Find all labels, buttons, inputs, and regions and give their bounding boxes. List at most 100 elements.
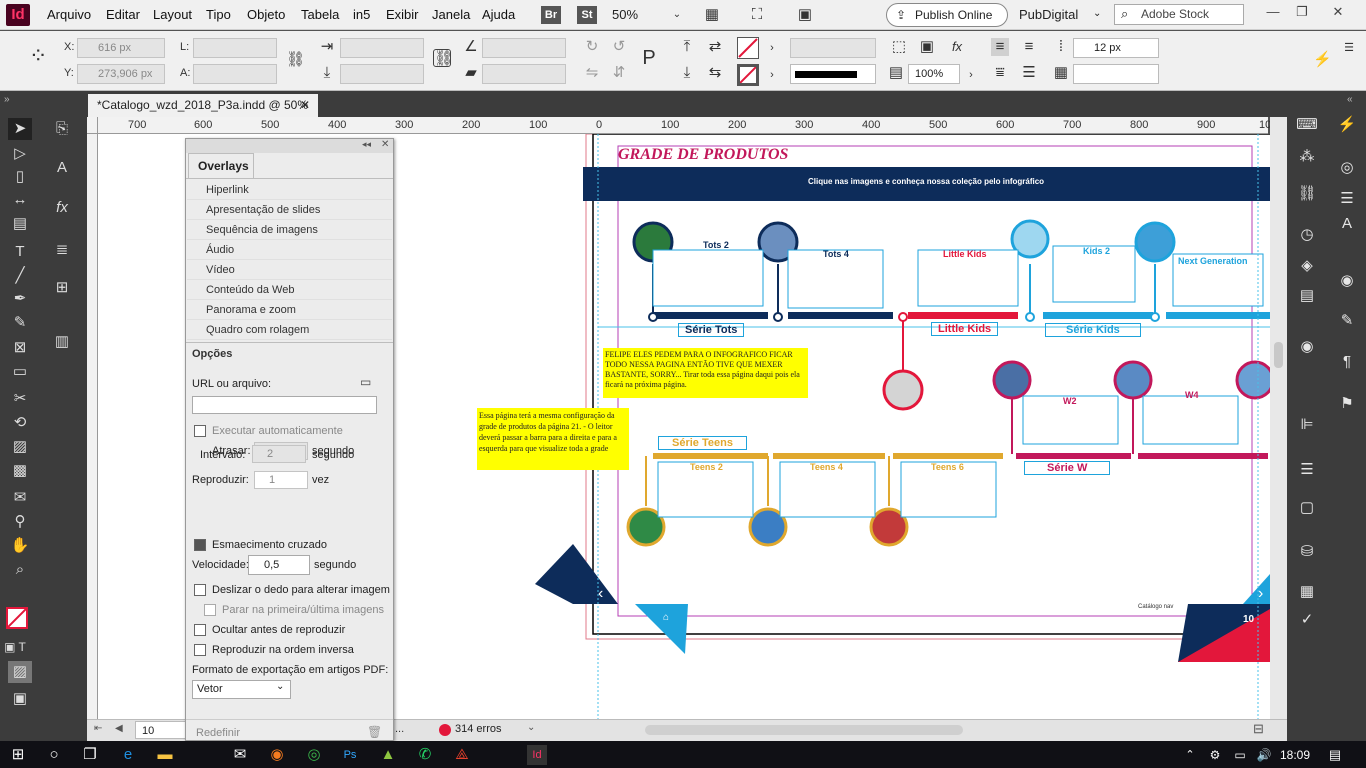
pages-icon[interactable]: ▤ bbox=[1295, 285, 1319, 307]
menu-tabela[interactable]: Tabela bbox=[301, 7, 339, 22]
menu-editar[interactable]: Editar bbox=[106, 7, 140, 22]
tray-chevron-icon[interactable]: ⌃ bbox=[1180, 745, 1200, 765]
auto-play-checkbox[interactable] bbox=[194, 425, 206, 437]
pencil-tool-icon[interactable]: ✎ bbox=[8, 312, 32, 334]
stop-first-last-checkbox[interactable] bbox=[204, 604, 216, 616]
prev-arrow-icon[interactable]: ‹ bbox=[598, 585, 603, 603]
edge-icon[interactable]: e bbox=[118, 745, 138, 765]
menu-in5[interactable]: in5 bbox=[353, 7, 370, 22]
workspace-chevron-icon[interactable]: ⌄ bbox=[1093, 8, 1101, 19]
search-input[interactable]: Adobe Stock bbox=[1114, 4, 1244, 25]
align-left-icon[interactable]: ≡ bbox=[991, 38, 1009, 56]
crossfade-checkbox[interactable] bbox=[194, 539, 206, 551]
maps-icon[interactable]: ▲ bbox=[378, 745, 398, 765]
sticky-note-1[interactable]: FELIPE ELES PEDEM PARA O INFOGRAFICO FIC… bbox=[603, 348, 808, 398]
in5-panel-icon[interactable]: ⌨ bbox=[1295, 114, 1319, 136]
table-styles-icon[interactable]: ▦ bbox=[1295, 581, 1319, 603]
menu-tipo[interactable]: Tipo bbox=[206, 7, 231, 22]
whatsapp-icon[interactable]: ✆ bbox=[415, 745, 435, 765]
align-right-icon[interactable]: ⩸ bbox=[991, 64, 1009, 82]
selection-tool-icon[interactable]: ➤ bbox=[8, 118, 32, 140]
chevron-down-icon[interactable]: ⌄ bbox=[668, 6, 686, 24]
sticky-note-2[interactable]: Essa página terá a mesma configuração da… bbox=[477, 408, 629, 470]
url-input[interactable] bbox=[192, 396, 377, 414]
collapse-panel-icon[interactable]: ◂◂ bbox=[362, 139, 371, 150]
table-panel-icon[interactable]: ⊞ bbox=[50, 277, 74, 299]
overlays-tab[interactable]: Overlays bbox=[188, 153, 254, 178]
direct-selection-tool-icon[interactable]: ▷ bbox=[8, 143, 32, 165]
scale-x-field[interactable] bbox=[340, 38, 424, 58]
justify-icon[interactable]: ☰ bbox=[1020, 64, 1038, 82]
select-next-icon[interactable]: ⇆ bbox=[706, 64, 724, 82]
overlay-type-item[interactable]: Áudio bbox=[187, 240, 392, 260]
overlay-type-item[interactable]: Panorama e zoom bbox=[187, 300, 392, 320]
page-tool-icon[interactable]: ▯ bbox=[8, 166, 32, 188]
quick-apply-panel-icon[interactable]: ⚡ bbox=[1335, 114, 1359, 136]
prev-page-icon[interactable]: ◀ bbox=[115, 723, 123, 734]
publish-online-button[interactable]: ⇪ Publish Online bbox=[886, 3, 1008, 27]
firefox-icon[interactable]: ◉ bbox=[267, 745, 287, 765]
indesign-taskbar-icon[interactable]: Id bbox=[527, 745, 547, 765]
stroke-swatch[interactable] bbox=[737, 64, 759, 86]
height-field[interactable] bbox=[193, 64, 277, 84]
hyperlinks-icon[interactable]: ⛓ bbox=[1295, 183, 1319, 205]
object-styles-icon[interactable]: ▢ bbox=[1295, 497, 1319, 519]
interval-field[interactable]: 2 bbox=[252, 445, 306, 463]
view-mode-icon[interactable]: ⊟ bbox=[1253, 721, 1264, 737]
reset-button[interactable]: Redefinir bbox=[196, 727, 240, 739]
corner-options-icon[interactable]: ⬚ bbox=[890, 38, 908, 56]
eyedropper-tool-icon[interactable]: ⚲ bbox=[8, 511, 32, 533]
constrain-proportions-icon[interactable]: ⛓ bbox=[286, 51, 305, 69]
x-position-field[interactable]: 616 px bbox=[77, 38, 165, 58]
clock[interactable]: 18:09 bbox=[1280, 748, 1310, 762]
type-tool-icon[interactable]: T bbox=[8, 241, 32, 263]
paragraph-panel-icon[interactable]: ☰ bbox=[1335, 188, 1359, 210]
stroke-type-select[interactable] bbox=[790, 64, 876, 84]
workspace-switcher[interactable]: PubDigital bbox=[1019, 7, 1078, 22]
ruler-origin[interactable] bbox=[87, 117, 98, 134]
battery-icon[interactable]: ▭ bbox=[1230, 745, 1250, 765]
opacity-chevron-icon[interactable]: › bbox=[962, 66, 980, 84]
cortana-icon[interactable]: ○ bbox=[44, 745, 64, 765]
rectangle-frame-tool-icon[interactable]: ⊠ bbox=[8, 337, 32, 359]
arrange-documents-icon[interactable]: ▣ bbox=[796, 6, 814, 24]
gradient-feather-tool-icon[interactable]: ▩ bbox=[8, 460, 32, 482]
gap-tool-icon[interactable]: ↔ bbox=[8, 189, 32, 211]
mail-icon[interactable]: ✉ bbox=[230, 745, 250, 765]
photoshop-icon[interactable]: Ps bbox=[340, 745, 360, 765]
effects-dock-icon[interactable]: ✎ bbox=[1335, 310, 1359, 332]
gradient-tool-icon[interactable]: ▨ bbox=[8, 436, 32, 458]
timing-icon[interactable]: ◷ bbox=[1295, 224, 1319, 246]
fill-chevron-icon[interactable]: › bbox=[763, 39, 781, 57]
effects-panel-icon[interactable]: fx bbox=[50, 197, 74, 219]
color-icon[interactable]: ◉ bbox=[1295, 336, 1319, 358]
menu-ajuda[interactable]: Ajuda bbox=[482, 7, 515, 22]
character-panel-icon[interactable]: A bbox=[1335, 213, 1359, 235]
preflight-errors[interactable]: 314 erros bbox=[455, 723, 501, 735]
select-previous-icon[interactable]: ⇄ bbox=[706, 38, 724, 56]
windows-start-icon[interactable]: ⊞ bbox=[8, 745, 28, 765]
width-field[interactable] bbox=[193, 38, 277, 58]
task-view-icon[interactable]: ❐ bbox=[80, 745, 100, 765]
text-wrap-panel-icon[interactable]: ☰ bbox=[1295, 459, 1319, 481]
paragraph-styles-icon[interactable]: ≣ bbox=[50, 239, 74, 261]
network-icon[interactable]: ⚙ bbox=[1205, 745, 1225, 765]
horizontal-scroll-thumb[interactable] bbox=[645, 725, 963, 735]
speed-field[interactable]: 0,5 bbox=[248, 555, 310, 575]
note-tool-icon[interactable]: ✉ bbox=[8, 487, 32, 509]
overlay-type-item[interactable]: Sequência de imagens bbox=[187, 220, 392, 240]
line-tool-icon[interactable]: ╱ bbox=[8, 265, 32, 287]
apply-none-icon[interactable]: ▨ bbox=[8, 661, 32, 683]
menu-layout[interactable]: Layout bbox=[153, 7, 192, 22]
properties-panel-icon[interactable]: ⎘ bbox=[50, 118, 74, 140]
overlay-type-item[interactable]: Hiperlink bbox=[187, 180, 392, 200]
select-content-icon[interactable]: ⤓ bbox=[678, 64, 696, 82]
quick-apply-icon[interactable]: ⚡ bbox=[1313, 51, 1332, 69]
hand-tool-icon[interactable]: ✋ bbox=[8, 535, 32, 557]
reverse-checkbox[interactable] bbox=[194, 644, 206, 656]
hide-before-checkbox[interactable] bbox=[194, 624, 206, 636]
close-window-button[interactable]: ✕ bbox=[1329, 4, 1347, 22]
opacity-field[interactable]: 100% bbox=[908, 64, 960, 84]
overlay-type-item[interactable]: Conteúdo da Web bbox=[187, 280, 392, 300]
swipe-checkbox[interactable] bbox=[194, 584, 206, 596]
